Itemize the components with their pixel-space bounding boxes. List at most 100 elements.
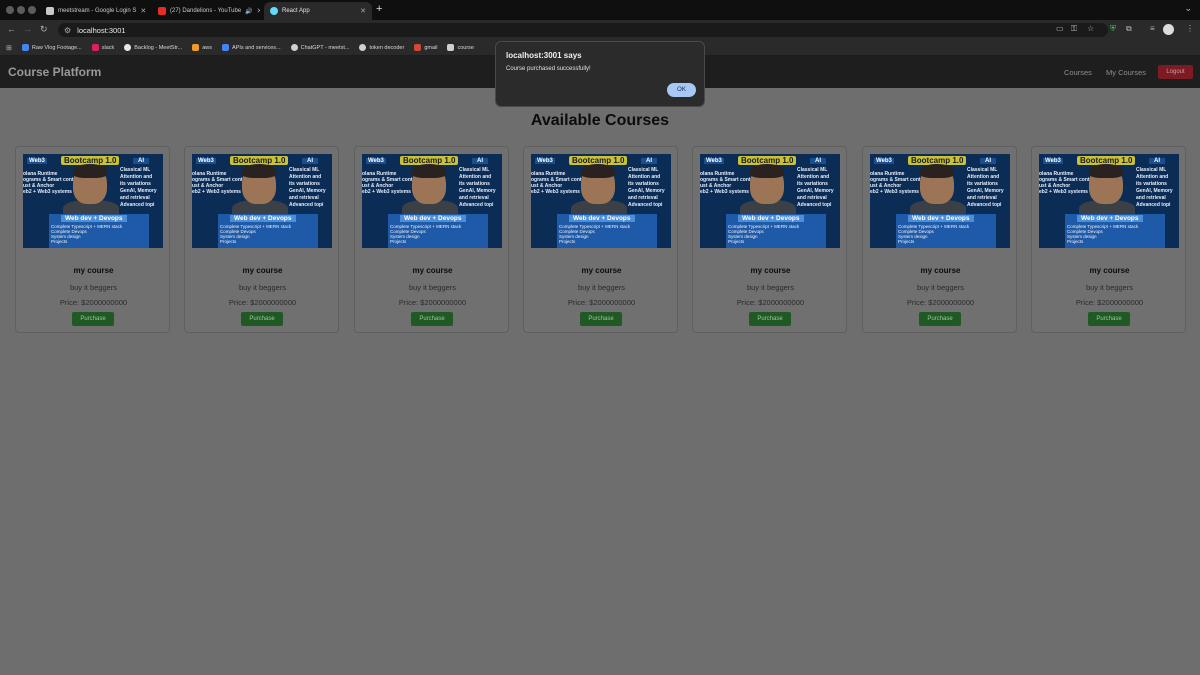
back-icon[interactable]: ← — [7, 24, 16, 34]
purchase-button[interactable]: Purchase — [1088, 312, 1130, 326]
purchase-button[interactable]: Purchase — [241, 312, 283, 326]
logout-button[interactable]: Logout — [1158, 65, 1193, 79]
tab-youtube[interactable]: (27) Dandelions - YouTube 🔊 ✕ — [152, 2, 260, 20]
minimize-window-icon[interactable] — [17, 6, 25, 14]
thumbnail-right-line: GenAI, Memory — [967, 188, 1004, 194]
course-price: Price: $2000000000 — [59, 298, 128, 307]
bookmark-token-decoder[interactable]: token decoder — [359, 44, 404, 51]
tab-react-app[interactable]: React App ✕ — [264, 2, 372, 20]
password-key-icon[interactable]: ⚿ — [1071, 24, 1077, 34]
thumbnail-right-text: Classical ML Attention and its variations G… — [967, 167, 1004, 209]
bookmark-label: token decoder — [369, 44, 405, 51]
reload-icon[interactable]: ↻ — [40, 24, 48, 35]
purchase-button[interactable]: Purchase — [580, 312, 622, 326]
close-icon[interactable]: ✕ — [140, 7, 146, 15]
bookmark-apis[interactable]: APIs and services... — [222, 44, 281, 51]
course-title: my course — [581, 266, 622, 275]
close-icon[interactable]: ✕ — [360, 7, 366, 15]
speaker-icon[interactable]: 🔊 — [245, 8, 252, 15]
cast-icon[interactable]: ▭ — [1056, 24, 1064, 33]
bookmark-backlog[interactable]: Backlog - MeetStr... — [124, 44, 182, 51]
bookmark-slack[interactable]: slack — [91, 44, 115, 51]
thumbnail-right-line: Advanced topi — [797, 202, 832, 208]
tab-meetstream[interactable]: meetstream - Google Login S ✕ — [40, 2, 148, 20]
course-title: my course — [412, 266, 453, 275]
thumbnail-right-line: Attention and — [628, 174, 661, 180]
course-card: Web3 Bootcamp 1.0 AI olana Runtime ograms & … — [184, 146, 339, 333]
thumbnail-right-line: its variations — [797, 181, 828, 187]
course-title: my course — [920, 266, 961, 275]
purchase-button[interactable]: Purchase — [749, 312, 791, 326]
thumbnail-panel-title: Web dev + Devops — [1077, 215, 1143, 222]
thumbnail-right-line: GenAI, Memory — [120, 188, 157, 194]
thumbnail-right-line: Classical ML — [1136, 167, 1167, 173]
apps-grid-icon[interactable]: ⊞ — [6, 44, 12, 52]
address-bar[interactable]: ⚙ localhost:3001 — [58, 23, 1108, 37]
thumbnail-ai-label: AI — [472, 158, 488, 164]
bookmark-raw-vlog[interactable]: Raw Vlog Footage... — [21, 44, 82, 51]
course-price: Price: $2000000000 — [228, 298, 297, 307]
thumbnail-panel-list: Complete Typescript + MERN stack Complete… — [390, 224, 461, 244]
youtube-icon — [158, 7, 166, 15]
maximize-window-icon[interactable] — [28, 6, 36, 14]
profile-avatar[interactable] — [1163, 24, 1174, 35]
url-text[interactable]: localhost:3001 — [77, 26, 125, 35]
course-card: Web3 Bootcamp 1.0 AI olana Runtime ograms & … — [862, 146, 1017, 333]
menu-kebab-icon[interactable]: ⋮ — [1186, 24, 1194, 33]
forward-icon[interactable]: → — [23, 24, 32, 34]
tab-search-chevron-icon[interactable]: ⌄ — [1184, 3, 1192, 14]
bookmark-aws[interactable]: aws — [192, 44, 212, 51]
reading-list-icon[interactable]: ≡ — [1150, 24, 1155, 33]
bookmark-star-icon[interactable]: ☆ — [1087, 24, 1094, 33]
thumbnail-right-line: and retrieval — [1136, 195, 1166, 201]
bookmark-gmail[interactable]: gmail — [414, 44, 437, 51]
thumbnail-panel-line: Projects — [220, 239, 237, 244]
nav-courses-link[interactable]: Courses — [1064, 68, 1092, 77]
main-content: Available Courses Web3 Bootcamp 1.0 AI olan… — [0, 88, 1200, 675]
nav-my-courses-link[interactable]: My Courses — [1106, 68, 1146, 77]
thumbnail-web3-label: Web3 — [1043, 158, 1063, 164]
thumbnail-panel-list: Complete Typescript + MERN stack Complete… — [559, 224, 630, 244]
thumbnail-right-line: its variations — [628, 181, 659, 187]
extension-shield-icon[interactable]: ⛨ — [1110, 24, 1116, 34]
thumbnail-right-line: Advanced topi — [628, 202, 663, 208]
extensions-puzzle-icon[interactable]: ⧉ — [1126, 24, 1132, 34]
course-thumbnail: Web3 Bootcamp 1.0 AI olana Runtime ograms & … — [531, 154, 671, 248]
course-description: buy it beggers — [69, 283, 118, 292]
page-icon — [447, 44, 455, 51]
slack-icon — [91, 44, 99, 51]
thumbnail-right-line: and retrieval — [459, 195, 489, 201]
site-info-icon[interactable]: ⚙ — [64, 26, 71, 35]
thumbnail-right-line: Classical ML — [289, 167, 320, 173]
presenter-hair — [242, 164, 276, 178]
browser-toolbar: ← → ↻ ⚙ localhost:3001 ▭ ⚿ ☆ ⛨ ⧉ ≡ ⋮ — [0, 20, 1200, 40]
new-tab-icon[interactable]: + — [376, 3, 382, 15]
thumbnail-right-line: Attention and — [289, 174, 322, 180]
purchase-button[interactable]: Purchase — [919, 312, 961, 326]
page-title: Available Courses — [530, 112, 670, 129]
dialog-message: Course purchased successfully! — [506, 66, 591, 72]
github-icon — [124, 44, 132, 51]
thumbnail-right-line: GenAI, Memory — [628, 188, 665, 194]
google-docs-icon — [46, 7, 54, 15]
close-icon[interactable]: ✕ — [257, 7, 260, 15]
thumbnail-right-line: Attention and — [1136, 174, 1169, 180]
ok-button[interactable]: OK — [667, 83, 696, 97]
course-title: my course — [750, 266, 791, 275]
bookmark-course[interactable]: course — [447, 44, 474, 51]
thumbnail-right-line: Advanced topi — [1136, 202, 1171, 208]
bookmark-chatgpt[interactable]: ChatGPT - meetst... — [290, 44, 349, 51]
purchase-button[interactable]: Purchase — [411, 312, 453, 326]
course-description: buy it beggers — [916, 283, 965, 292]
thumbnail-web3-label: Web3 — [196, 158, 216, 164]
course-description: buy it beggers — [746, 283, 795, 292]
purchase-button[interactable]: Purchase — [72, 312, 114, 326]
close-window-icon[interactable] — [6, 6, 14, 14]
thumbnail-right-line: and retrieval — [797, 195, 827, 201]
brand-title[interactable]: Course Platform — [8, 65, 101, 79]
course-thumbnail: Web3 Bootcamp 1.0 AI olana Runtime ograms & … — [700, 154, 840, 248]
thumbnail-right-line: GenAI, Memory — [1136, 188, 1173, 194]
thumbnail-right-line: GenAI, Memory — [459, 188, 496, 194]
bookmark-label: slack — [101, 44, 115, 51]
course-title: my course — [73, 266, 114, 275]
